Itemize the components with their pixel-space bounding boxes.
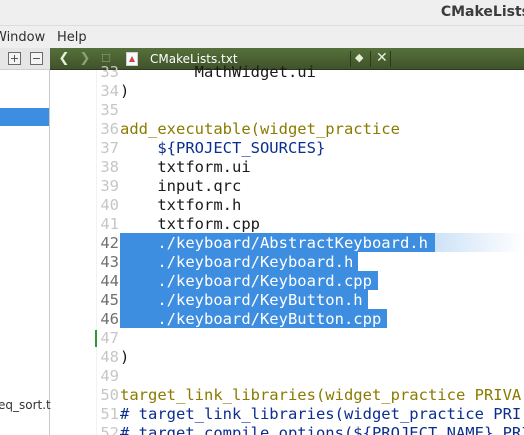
toolbar-divider <box>390 51 391 67</box>
line-number: 44 <box>100 272 119 290</box>
line-number: 52 <box>100 424 119 435</box>
code-line[interactable]: ) <box>120 82 129 101</box>
line-number: 38 <box>100 158 119 176</box>
line-number: 39 <box>100 177 119 195</box>
text-cursor <box>95 330 97 347</box>
line-number: 35 <box>100 101 119 119</box>
title-bar: CMakeLists <box>0 0 524 26</box>
code-line-selected[interactable]: ./keyboard/AbstractKeyboard.h <box>120 234 428 253</box>
line-number: 43 <box>100 253 119 271</box>
line-number: 48 <box>100 348 119 366</box>
code-line-selected[interactable]: ./keyboard/KeyButton.cpp <box>120 310 381 329</box>
line-number: 37 <box>100 139 119 157</box>
toolbar-divider <box>370 51 371 67</box>
window-title: CMakeLists <box>440 4 524 20</box>
line-number: 49 <box>100 367 119 385</box>
line-number: 46 <box>100 310 119 328</box>
code-line[interactable]: ${PROJECT_SOURCES} <box>120 139 325 158</box>
code-line[interactable]: ) <box>120 348 129 367</box>
line-number: 50 <box>100 386 119 404</box>
code-line[interactable]: # target_link_libraries(widget_practice … <box>120 405 521 424</box>
line-number: 51 <box>100 405 119 423</box>
toolbar-divider <box>350 51 351 67</box>
code-line[interactable]: input.qrc <box>120 177 241 196</box>
line-number: 45 <box>100 291 119 309</box>
chevron-down-icon[interactable]: ◆ <box>355 51 363 64</box>
line-number: 47 <box>100 329 119 347</box>
line-number: 36 <box>100 120 119 138</box>
sidebar-toolbar <box>0 48 50 70</box>
code-line-selected[interactable]: ./keyboard/KeyButton.h <box>120 291 362 310</box>
line-number: 34 <box>100 82 119 100</box>
line-number: 42 <box>100 234 119 252</box>
code-line[interactable]: txtform.cpp <box>120 215 260 234</box>
code-line[interactable]: add_executable(widget_practice <box>120 120 400 139</box>
line-number: 33 <box>100 63 119 81</box>
collapse-icon[interactable] <box>30 52 43 65</box>
selection-highlight <box>435 233 524 252</box>
project-sidebar: eq_sort.t <box>0 48 51 435</box>
code-line[interactable]: txtform.h <box>120 196 241 215</box>
menu-window[interactable]: Window <box>0 30 45 45</box>
code-line-selected[interactable]: ./keyboard/Keyboard.cpp <box>120 272 372 291</box>
close-icon[interactable]: ✕ <box>376 50 388 66</box>
menu-bar: Window Help <box>0 26 524 48</box>
code-line-selected[interactable]: ./keyboard/Keyboard.h <box>120 253 353 272</box>
menu-help[interactable]: Help <box>57 30 87 45</box>
sidebar-selected-item[interactable] <box>0 108 49 126</box>
code-line[interactable]: txtform.ui <box>120 158 250 177</box>
line-number: 41 <box>100 215 119 233</box>
code-line[interactable]: # target_compile_options(${PROJECT_NAME}… <box>120 424 524 435</box>
split-icon[interactable] <box>8 52 21 65</box>
line-number: 40 <box>100 196 119 214</box>
code-line[interactable]: MathWidget.ui <box>120 63 316 82</box>
sidebar-file-item[interactable]: eq_sort.t <box>0 398 51 412</box>
code-line[interactable]: target_link_libraries(widget_practice PR… <box>120 386 521 405</box>
